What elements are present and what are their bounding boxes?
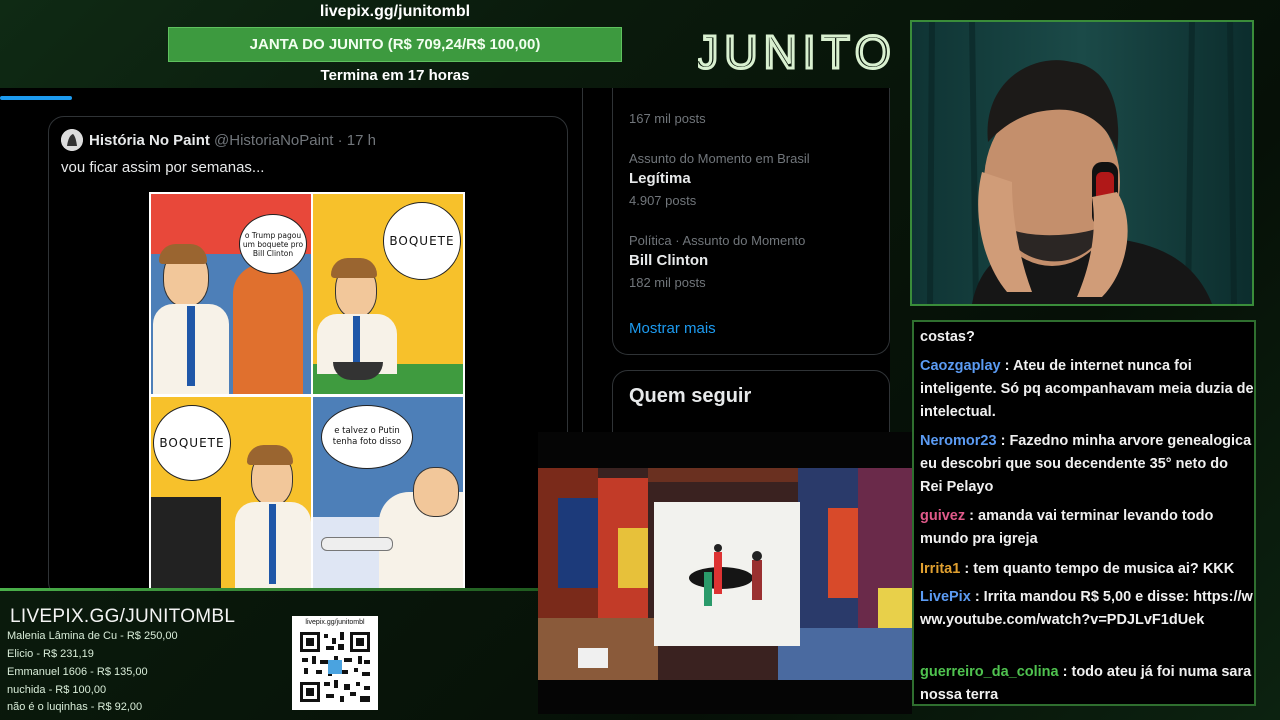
- chat-message: guerreiro_da_colina : todo ateu já foi n…: [920, 661, 1254, 704]
- goal-text: JANTA DO JUNITO (R$ 709,24/R$ 100,00): [249, 36, 541, 53]
- trend-1-count: 4.907 posts: [629, 193, 697, 208]
- donor-entry: Emmanuel 1606 - R$ 135,00: [7, 666, 148, 678]
- chat-username[interactable]: Caozgaplay: [920, 358, 1001, 374]
- trend-2-context: Política · Assunto do Momento: [629, 233, 806, 248]
- chat-message: LivePix : Irrita mandou R$ 5,00 e disse:…: [920, 586, 1254, 632]
- speech-bubble-2: BOQUETE: [383, 202, 461, 280]
- comic-panel-3: BOQUETE: [151, 397, 311, 588]
- trends-panel: 167 mil posts Assunto do Momento em Bras…: [612, 88, 890, 355]
- author-name[interactable]: História No Paint: [89, 132, 210, 149]
- tweet-image-comic[interactable]: o Trump pagou um boquete pro Bill Clinto…: [149, 192, 465, 588]
- speech-bubble-1: o Trump pagou um boquete pro Bill Clinto…: [239, 214, 307, 274]
- speech-bubble-4: e talvez o Putin tenha foto disso: [321, 405, 413, 469]
- chat-message: costas?: [920, 326, 1254, 349]
- trend-2-title[interactable]: Bill Clinton: [629, 252, 708, 269]
- donor-entry: Malenia Lâmina de Cu - R$ 250,00: [7, 630, 178, 642]
- trend-0-count: 167 mil posts: [629, 111, 706, 126]
- chat-message: Irrita1 : tem quanto tempo de musica ai?…: [920, 558, 1254, 581]
- author-handle[interactable]: @HistoriaNoPaint · 17 h: [214, 132, 376, 149]
- who-to-follow-title: Quem seguir: [629, 385, 752, 407]
- author-avatar[interactable]: [61, 129, 83, 151]
- trend-1-context: Assunto do Momento em Brasil: [629, 151, 810, 166]
- chat-text: : tem quanto tempo de musica ai? KKK: [964, 561, 1235, 577]
- chat-username[interactable]: LivePix: [920, 589, 971, 605]
- tweet-text: vou ficar assim por semanas...: [61, 159, 265, 176]
- chat-message: Neromor23 : Fazedno minha arvore genealo…: [920, 430, 1254, 499]
- quoted-tweet[interactable]: História No Paint @HistoriaNoPaint · 17 …: [48, 116, 568, 590]
- webcam-feed: [910, 20, 1254, 306]
- music-video-player[interactable]: [538, 432, 912, 714]
- donor-entry: Elicio - R$ 231,19: [7, 648, 94, 660]
- chat-username[interactable]: Irrita1: [920, 561, 960, 577]
- chat-message: Caozgaplay : Ateu de internet nunca foi …: [920, 355, 1254, 424]
- svg-text:JUNITO: JUNITO: [698, 28, 894, 76]
- comic-panel-4: e talvez o Putin tenha foto disso: [313, 397, 463, 588]
- comic-panel-1: o Trump pagou um boquete pro Bill Clinto…: [151, 194, 311, 394]
- qr-code: livepix.gg/junitombl: [292, 616, 378, 710]
- trend-1-title[interactable]: Legítima: [629, 170, 691, 187]
- comic-panel-2: BOQUETE: [313, 194, 463, 394]
- chat-panel: costas? Caozgaplay : Ateu de internet nu…: [912, 320, 1256, 706]
- qr-url-label: livepix.gg/junitombl: [305, 619, 365, 626]
- brand-logo: JUNITO: [698, 28, 894, 76]
- chat-message: guivez : amanda vai terminar levando tod…: [920, 505, 1254, 551]
- qr-code-icon: [298, 630, 372, 704]
- goal-ends-text: Termina em 17 horas: [320, 67, 470, 84]
- donor-entry: nuchida - R$ 100,00: [7, 684, 107, 696]
- chat-username[interactable]: guerreiro_da_colina: [920, 664, 1059, 680]
- donate-url: livepix.gg/junitombl: [319, 3, 471, 20]
- footer-divider: [0, 588, 538, 591]
- show-more-link[interactable]: Mostrar mais: [629, 320, 716, 337]
- donor-entry: não é o luqinhas - R$ 92,00: [7, 701, 143, 713]
- speech-bubble-3: BOQUETE: [153, 405, 231, 481]
- donation-goal-bar: JANTA DO JUNITO (R$ 709,24/R$ 100,00): [168, 27, 622, 62]
- chat-username[interactable]: Neromor23: [920, 433, 997, 449]
- trend-2-count: 182 mil posts: [629, 275, 706, 290]
- chat-username[interactable]: guivez: [920, 508, 965, 524]
- tweet-header: História No Paint @HistoriaNoPaint · 17 …: [89, 132, 376, 149]
- loading-progress: [0, 96, 72, 100]
- chat-text: costas?: [920, 329, 975, 345]
- donation-link-title: LIVEPIX.GG/JUNITOMBL: [10, 606, 236, 627]
